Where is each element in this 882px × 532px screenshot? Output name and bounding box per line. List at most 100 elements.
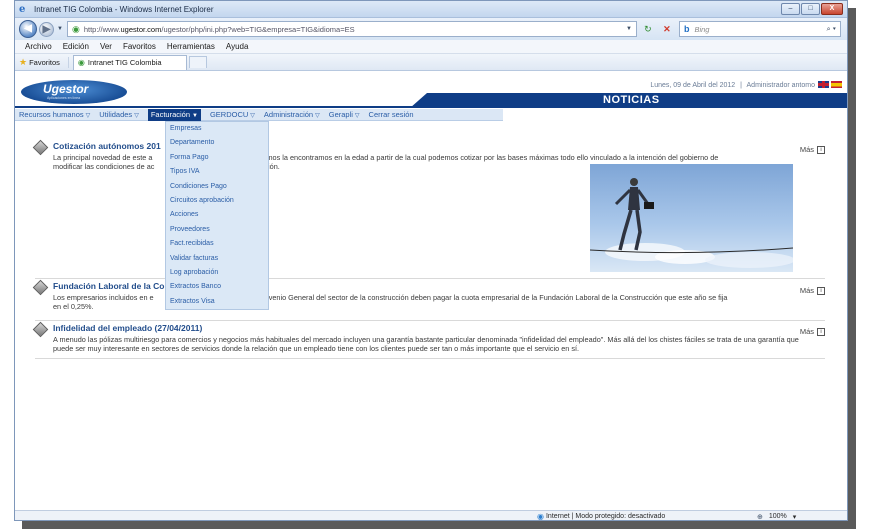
favorites-label: Favoritos bbox=[29, 57, 60, 67]
menu-item-condiciones-pago[interactable]: Condiciones Pago bbox=[166, 180, 268, 194]
nav-label: Facturación bbox=[150, 109, 190, 119]
browser-window: e Intranet TIG Colombia - Windows Intern… bbox=[14, 0, 848, 521]
news-body-text: Los empresarios incluidos en e bbox=[53, 293, 154, 302]
refresh-icon[interactable]: ↻ bbox=[640, 21, 656, 37]
window-shadow-right bbox=[848, 8, 856, 528]
news-body-text: en el 0,25%. bbox=[53, 302, 94, 311]
section-banner: NOTICIAS bbox=[15, 93, 847, 108]
menu-edicion[interactable]: Edición bbox=[63, 42, 89, 51]
menu-item-departamento[interactable]: Departamento bbox=[166, 136, 268, 150]
menu-item-fact-recibidas[interactable]: Fact.recibidas bbox=[166, 237, 268, 251]
nav-label: Cerrar sesión bbox=[368, 110, 414, 119]
news-body-text: modificar las condiciones de ac bbox=[53, 162, 155, 171]
menu-item-validar-facturas[interactable]: Validar facturas bbox=[166, 252, 268, 266]
more-link[interactable]: Más i bbox=[800, 286, 825, 295]
nav-gerdocu[interactable]: GERDOCU ▽ bbox=[210, 110, 255, 119]
url-prefix: http://www. bbox=[83, 24, 121, 34]
news-title[interactable]: Cotización autónomos 201 bbox=[53, 141, 161, 151]
menu-item-proveedores[interactable]: Proveedores bbox=[166, 223, 268, 237]
info-icon: i bbox=[817, 145, 825, 154]
businessman-tightrope-image bbox=[590, 178, 793, 268]
search-icon[interactable]: ⌕ ▾ bbox=[827, 24, 836, 34]
menu-archivo[interactable]: Archivo bbox=[25, 42, 52, 51]
chevron-down-icon: ▼ bbox=[192, 112, 198, 119]
menu-item-extractos-visa[interactable]: Extractos Visa bbox=[166, 295, 268, 309]
url-input[interactable]: ◉ http://www. ugestor.com/ugestor/php/ini… bbox=[66, 21, 637, 37]
nav-facturacion[interactable]: Facturación ▼ bbox=[147, 108, 201, 121]
menu-ayuda[interactable]: Ayuda bbox=[226, 42, 249, 51]
title-bar: e Intranet TIG Colombia - Windows Intern… bbox=[15, 1, 847, 18]
news-photo bbox=[590, 164, 793, 272]
menu-item-acciones[interactable]: Acciones bbox=[166, 208, 268, 222]
menu-item-log-aprobacion[interactable]: Log aprobación bbox=[166, 266, 268, 280]
forward-button[interactable]: ▶ bbox=[39, 21, 54, 37]
menu-item-empresas[interactable]: Empresas bbox=[166, 122, 268, 136]
menu-ver[interactable]: Ver bbox=[100, 42, 112, 51]
history-dropdown-icon[interactable]: ▼ bbox=[57, 26, 63, 32]
page-globe-icon: ◉ bbox=[71, 23, 80, 34]
minimize-button[interactable]: – bbox=[781, 3, 800, 15]
more-label: Más bbox=[799, 145, 814, 154]
new-tab-button[interactable] bbox=[188, 56, 207, 68]
ie-icon: e bbox=[19, 3, 26, 15]
menu-favoritos[interactable]: Favoritos bbox=[123, 42, 156, 51]
favorites-button[interactable]: ★ Favoritos bbox=[19, 56, 69, 68]
page-content: Ugestor Aplicaciones en línea Lunes, 09 … bbox=[15, 72, 847, 510]
nav-cerrar-sesion[interactable]: Cerrar sesión bbox=[369, 110, 414, 119]
section-title: NOTICIAS bbox=[603, 94, 660, 106]
menu-item-tipos-iva[interactable]: Tipos IVA bbox=[166, 165, 268, 179]
zoom-dropdown-icon[interactable]: ▾ bbox=[793, 513, 797, 521]
news-body-text: La principal novedad de este a bbox=[53, 153, 153, 162]
star-icon: ★ bbox=[19, 56, 28, 67]
news-divider bbox=[35, 320, 825, 321]
security-zone[interactable]: ◉ Internet | Modo protegido: desactivado bbox=[537, 511, 666, 521]
news-title[interactable]: Infidelidad del empleado (27/04/2011) bbox=[53, 323, 202, 333]
close-button[interactable]: X bbox=[821, 3, 843, 15]
news-bullet-icon bbox=[32, 279, 49, 296]
header-date: Lunes, 09 de Abril del 2012 bbox=[650, 82, 736, 89]
url-dropdown-icon[interactable]: ▼ bbox=[626, 26, 632, 32]
flag-uk-icon[interactable] bbox=[818, 81, 829, 88]
internet-globe-icon: ◉ bbox=[537, 512, 544, 521]
window-title: Intranet TIG Colombia - Windows Internet… bbox=[34, 4, 214, 14]
stop-icon[interactable]: ✕ bbox=[659, 21, 675, 37]
menu-bar: Archivo Edición Ver Favoritos Herramient… bbox=[15, 40, 847, 54]
bing-icon: b bbox=[683, 24, 690, 34]
chevron-down-icon: ▽ bbox=[250, 113, 255, 119]
facturacion-dropdown-menu: Empresas Departamento Forma Pago Tipos I… bbox=[165, 121, 269, 311]
news-divider bbox=[35, 278, 825, 279]
zoom-icon: ⊕ bbox=[757, 513, 763, 521]
nav-label: Utilidades bbox=[99, 110, 133, 119]
news-body-text: omos la encontramos en la edad a partir … bbox=[262, 153, 719, 162]
back-button[interactable]: ◀ bbox=[19, 20, 37, 38]
header-separator: | bbox=[740, 82, 742, 89]
chevron-down-icon: ▽ bbox=[354, 113, 360, 119]
nav-utilidades[interactable]: Utilidades ▽ bbox=[99, 110, 139, 119]
search-input[interactable]: b Bing ⌕ ▾ bbox=[678, 21, 841, 37]
nav-gerapli[interactable]: Gerapli ▽ bbox=[329, 110, 360, 119]
chevron-down-icon: ▽ bbox=[85, 113, 91, 119]
browser-tab[interactable]: ◉ Intranet TIG Colombia bbox=[72, 54, 187, 70]
nav-recursos-humanos[interactable]: Recursos humanos ▽ bbox=[19, 110, 90, 119]
window-controls: – □ X bbox=[781, 3, 843, 15]
zone-label: Internet | Modo protegido: desactivado bbox=[545, 513, 666, 520]
menu-item-circuitos-aprobacion[interactable]: Circuitos aprobación bbox=[166, 194, 268, 208]
menu-item-extractos-banco[interactable]: Extractos Banco bbox=[166, 280, 268, 294]
flag-es-icon[interactable] bbox=[831, 81, 842, 88]
more-link[interactable]: Más i bbox=[800, 145, 825, 154]
news-body: A menudo las pólizas multiriesgo para co… bbox=[53, 335, 799, 353]
menu-herramientas[interactable]: Herramientas bbox=[167, 42, 215, 51]
more-link[interactable]: Más i bbox=[800, 327, 825, 336]
tab-label: Intranet TIG Colombia bbox=[87, 58, 162, 67]
chevron-down-icon: ▽ bbox=[134, 113, 139, 119]
nav-administracion[interactable]: Administración ▽ bbox=[264, 110, 320, 119]
menu-item-forma-pago[interactable]: Forma Pago bbox=[166, 151, 268, 165]
main-nav: Recursos humanos ▽ Utilidades ▽ Facturació… bbox=[15, 108, 503, 121]
maximize-button[interactable]: □ bbox=[801, 3, 820, 15]
window-shadow-bottom bbox=[22, 521, 856, 529]
header-info: Lunes, 09 de Abril del 2012 | Administra… bbox=[650, 82, 815, 89]
favorites-bar: ★ Favoritos ◉ Intranet TIG Colombia bbox=[15, 54, 847, 71]
news-bullet-icon bbox=[32, 321, 49, 338]
news-title-text: Fundación Laboral de la Co bbox=[53, 281, 165, 291]
zoom-control[interactable]: ⊕ 100% ▾ bbox=[757, 511, 797, 521]
